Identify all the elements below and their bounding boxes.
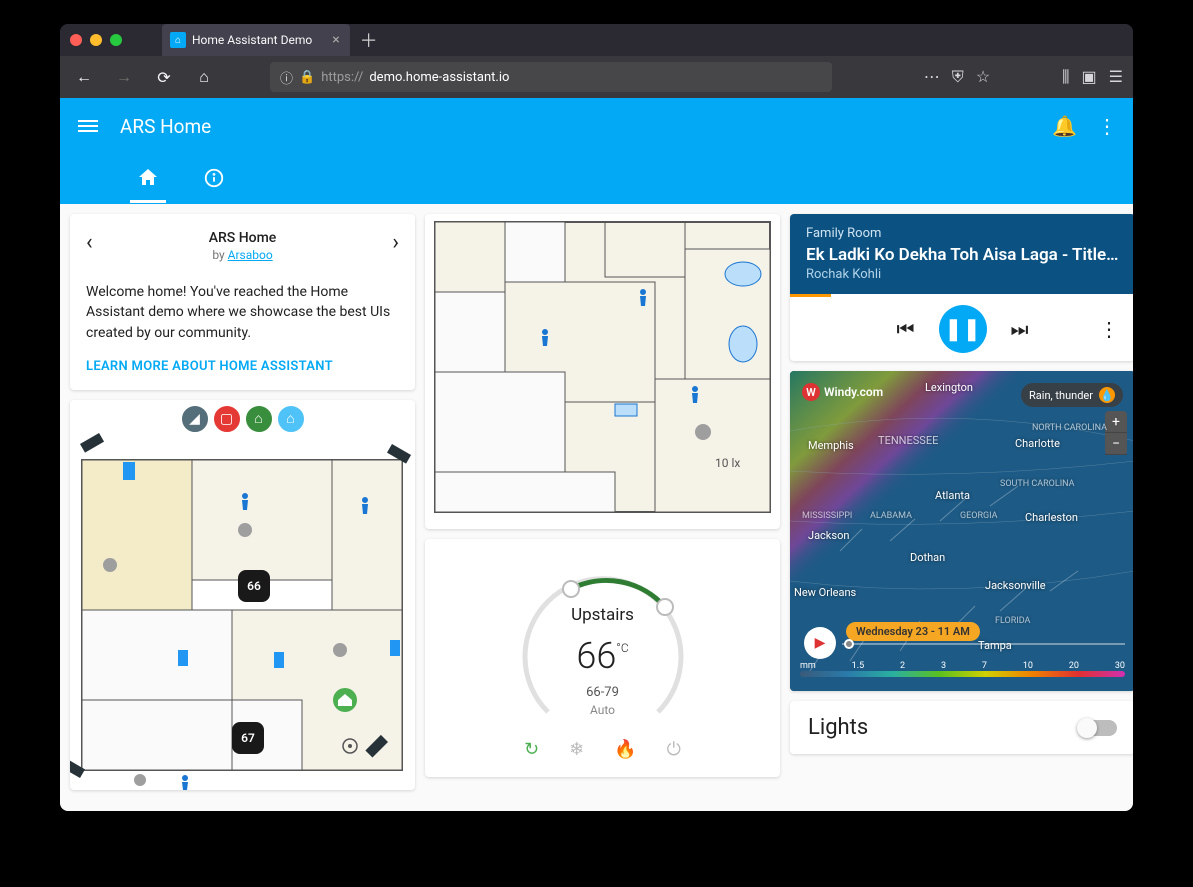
thermostat-chip-1[interactable]: 66: [238, 570, 270, 602]
author-link[interactable]: Arsaboo: [228, 248, 273, 262]
weather-timeline[interactable]: [842, 643, 1125, 645]
media-player-card: Family Room Ek Ladki Ko Dekha Toh Aisa L…: [790, 214, 1133, 361]
welcome-title: ARS Home: [86, 230, 399, 246]
window-minimize-icon[interactable]: [90, 34, 102, 46]
city-label: Jacksonville: [985, 579, 1046, 592]
thermostat-mode: Auto: [508, 703, 698, 717]
thermostat-chip-2[interactable]: 67: [232, 722, 264, 754]
back-button[interactable]: ←: [70, 63, 98, 91]
city-label: Jackson: [808, 529, 849, 542]
previous-track-icon[interactable]: ⏮: [897, 317, 915, 341]
reload-button[interactable]: ⟳: [150, 63, 178, 91]
zoom-in-button[interactable]: +: [1105, 411, 1127, 433]
badge-roof[interactable]: ◢: [182, 406, 208, 432]
overflow-icon[interactable]: ⋮: [1097, 114, 1117, 138]
app-header: ARS Home 🔔 ⋮: [60, 98, 1133, 204]
tab-title: Home Assistant Demo: [192, 33, 312, 47]
city-label: Lexington: [925, 381, 973, 394]
page-content: ARS Home 🔔 ⋮: [60, 98, 1133, 811]
reader-icon[interactable]: ⛨: [952, 67, 964, 87]
floorplan-upper-svg: 10 lx: [425, 214, 780, 529]
raindrop-icon: 💧: [1099, 387, 1115, 403]
thermostat-current: 66°C: [508, 635, 698, 677]
legend-gradient: [800, 671, 1125, 677]
browser-tab[interactable]: ⌂ Home Assistant Demo ×: [162, 24, 350, 56]
badge-away[interactable]: ⌂: [278, 406, 304, 432]
next-track-icon[interactable]: ⏭: [1011, 317, 1029, 341]
site-info-icon[interactable]: ⓘ: [280, 68, 293, 87]
menu-button[interactable]: [76, 114, 100, 138]
home-variant-icon: [136, 166, 160, 190]
city-label: Dothan: [910, 551, 945, 564]
lights-card: Lights: [790, 701, 1133, 754]
state-label: ALABAMA: [870, 511, 912, 521]
lock-icon: 🔒: [299, 70, 315, 85]
weather-layer-selector[interactable]: Rain, thunder💧: [1021, 383, 1123, 407]
city-label: Tampa: [978, 639, 1012, 652]
url-prefix: https://: [321, 70, 363, 85]
learn-more-link[interactable]: LEARN MORE ABOUT HOME ASSISTANT: [86, 359, 399, 374]
state-label: GEORGIA: [960, 511, 998, 521]
zoom-out-button[interactable]: −: [1105, 433, 1127, 455]
page-actions-icon[interactable]: ⋯: [924, 67, 940, 87]
welcome-body: Welcome home! You've reached the Home As…: [86, 282, 399, 343]
state-label: MISSISSIPPI: [802, 511, 852, 521]
media-more-icon[interactable]: ⋮: [1099, 317, 1119, 341]
window-titlebar: ⌂ Home Assistant Demo × ＋: [60, 24, 1133, 56]
welcome-author: by Arsaboo: [86, 248, 399, 262]
badge-tv[interactable]: ▢: [214, 406, 240, 432]
page-title: ARS Home: [120, 115, 211, 138]
city-label: Memphis: [808, 439, 854, 452]
weather-timestamp[interactable]: Wednesday 23 - 11 AM: [846, 622, 980, 641]
badge-home[interactable]: ⌂: [246, 406, 272, 432]
weather-map-card[interactable]: WWindy.com Rain, thunder💧 + − Lexington …: [790, 371, 1133, 691]
thermostat-card[interactable]: Upstairs 66°C 66-79 Auto ↻ ❄ 🔥 ⏻: [425, 539, 780, 777]
thermostat-name: Upstairs: [508, 605, 698, 625]
browser-navbar: ← → ⟳ ⌂ ⓘ 🔒 https:// demo.home-assistant.…: [60, 56, 1133, 98]
play-pause-button[interactable]: ❚❚: [939, 305, 987, 353]
windy-logo[interactable]: WWindy.com: [802, 383, 883, 401]
media-artist: Rochak Kohli: [806, 267, 1119, 282]
state-label: NORTH CAROLINA: [1032, 423, 1107, 433]
state-label: SOUTH CAROLINA: [1000, 479, 1075, 489]
info-icon: [203, 167, 225, 189]
notifications-icon[interactable]: 🔔: [1052, 114, 1077, 138]
floorplan-main-card[interactable]: ◢ ▢ ⌂ ⌂: [70, 400, 415, 790]
state-label: TENNESSEE: [878, 434, 938, 447]
media-title: Ek Ladki Ko Dekha Toh Aisa Laga - Title…: [806, 245, 1119, 265]
lights-master-toggle[interactable]: [1079, 720, 1117, 736]
lux-readout: 10 lx: [715, 456, 740, 470]
thermostat-range: 66-79: [508, 685, 698, 700]
new-tab-button[interactable]: ＋: [360, 27, 378, 53]
forward-button[interactable]: →: [110, 63, 138, 91]
library-icon[interactable]: ⫼: [1062, 67, 1069, 87]
sidebar-icon[interactable]: ▣: [1082, 67, 1097, 87]
lights-title: Lights: [808, 715, 868, 740]
home-button[interactable]: ⌂: [190, 63, 218, 91]
state-label: FLORIDA: [995, 616, 1030, 626]
menu-icon[interactable]: ☰: [1109, 67, 1123, 87]
address-bar[interactable]: ⓘ 🔒 https:// demo.home-assistant.io: [270, 62, 832, 92]
tab-close-icon[interactable]: ×: [332, 32, 339, 48]
window-close-icon[interactable]: [70, 34, 82, 46]
city-label: Charlotte: [1015, 437, 1060, 450]
bookmark-icon[interactable]: ☆: [976, 67, 990, 87]
media-room: Family Room: [806, 226, 1119, 241]
browser-window: ⌂ Home Assistant Demo × ＋ ← → ⟳ ⌂ ⓘ 🔒 ht…: [60, 24, 1133, 811]
welcome-card: ‹ › ARS Home by Arsaboo Welcome home! Yo…: [70, 214, 415, 390]
tab-home[interactable]: [130, 155, 166, 203]
window-maximize-icon[interactable]: [110, 34, 122, 46]
city-label: Charleston: [1025, 511, 1078, 524]
city-label: New Orleans: [794, 586, 856, 599]
city-label: Atlanta: [935, 489, 970, 502]
weather-play-button[interactable]: ▶: [804, 627, 836, 659]
url-host: demo.home-assistant.io: [369, 70, 509, 85]
floorplan-upper-card[interactable]: 10 lx: [425, 214, 780, 529]
tab-info[interactable]: [196, 155, 232, 203]
home-assistant-favicon-icon: ⌂: [170, 32, 186, 48]
